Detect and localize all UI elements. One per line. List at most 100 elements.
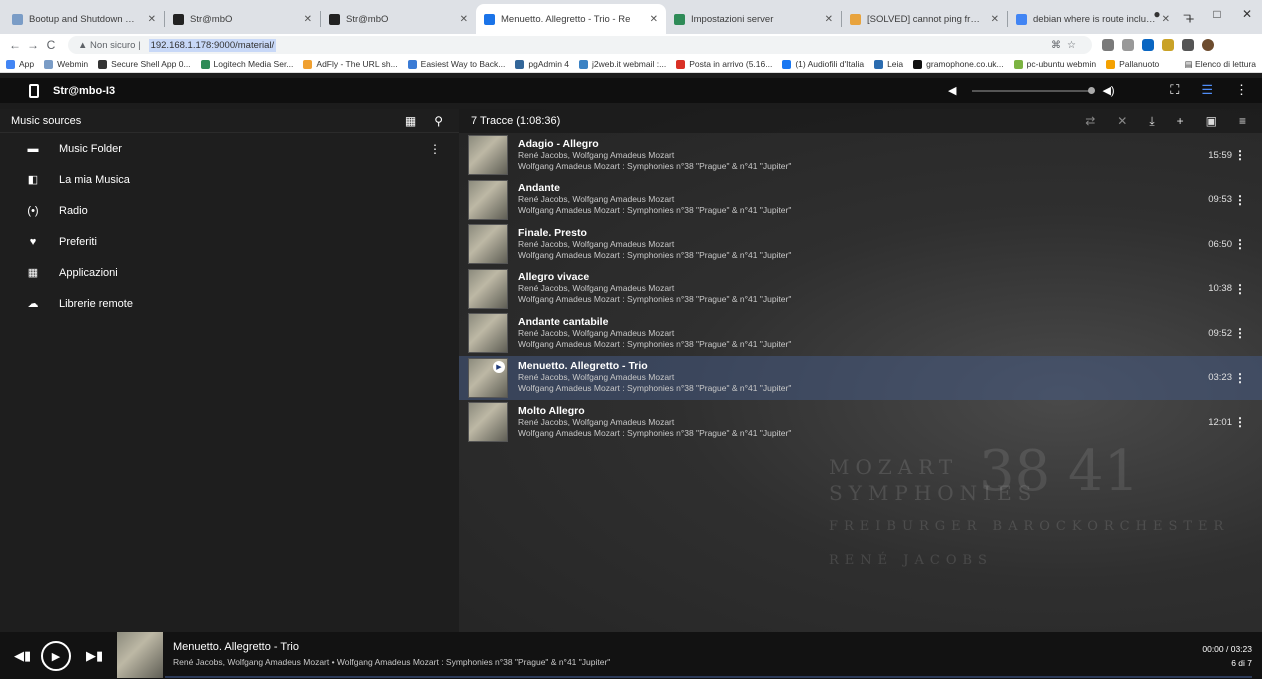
forward-button[interactable]: →: [24, 38, 42, 52]
bookmark-item[interactable]: Posta in arrivo (5.16...: [676, 59, 772, 69]
maximize-button[interactable]: □: [1202, 7, 1232, 21]
more-vert-icon[interactable]: ⋮: [1235, 82, 1248, 98]
url-input[interactable]: ▲ Non sicuro | 192.168.1.178:9000/materi…: [68, 36, 1092, 54]
bookmark-item[interactable]: Easiest Way to Back...: [407, 59, 505, 69]
track-duration: 09:52: [1208, 327, 1232, 339]
volume-slider[interactable]: [972, 86, 1096, 94]
more-vert-icon[interactable]: ⋮: [1234, 237, 1246, 251]
bookmark-label: Pallanuoto: [1119, 59, 1160, 69]
bookmark-label: Leia: [887, 59, 904, 69]
browser-tab[interactable]: [SOLVED] cannot ping from serv ✕: [842, 4, 1007, 34]
search-icon[interactable]: ⚲: [434, 114, 443, 128]
bookmark-item[interactable]: Logitech Media Ser...: [200, 59, 293, 69]
reading-list-button[interactable]: ▤ Elenco di lettura: [1185, 59, 1262, 70]
track-row[interactable]: Andante cantabile René Jacobs, Wolfgang A…: [459, 311, 1262, 356]
player-name[interactable]: Str@mbo-I3: [53, 85, 115, 97]
source-item[interactable]: ◧ La mia Musica: [0, 164, 459, 195]
scroll-to-current-icon[interactable]: ⤓: [1149, 114, 1154, 129]
track-row[interactable]: ▶ Menuetto. Allegretto - Trio René Jacobs,…: [459, 355, 1262, 400]
translate-icon[interactable]: ⌘: [1051, 40, 1067, 51]
bookmark-item[interactable]: pgAdmin 4: [515, 59, 569, 69]
browser-tab[interactable]: Str@mbO ✕: [165, 4, 320, 34]
bookmark-item[interactable]: (1) Audiofili d'Italia: [782, 59, 864, 69]
source-item[interactable]: ♥ Preferiti: [0, 226, 459, 257]
track-cover[interactable]: [468, 179, 508, 220]
more-vert-icon[interactable]: ⋮: [1234, 371, 1246, 385]
tab-favicon-icon: [484, 13, 495, 25]
close-tab-icon[interactable]: ✕: [148, 14, 156, 25]
more-vert-icon[interactable]: ⋮: [1234, 282, 1246, 296]
bookmark-item[interactable]: App: [6, 59, 34, 69]
avatar[interactable]: [1202, 39, 1214, 51]
shuffle-icon[interactable]: ✕: [1117, 114, 1127, 129]
browser-tab[interactable]: Bootup and Shutdown — Webm ✕: [4, 4, 164, 34]
more-vert-icon[interactable]: ⋮: [1234, 326, 1246, 340]
more-vert-icon[interactable]: ⋮: [429, 142, 441, 156]
more-vert-icon[interactable]: ⋮: [1234, 148, 1246, 162]
bookmark-item[interactable]: pc-ubuntu webmin: [1013, 59, 1096, 69]
extension-icon[interactable]: [1162, 39, 1174, 51]
source-item[interactable]: ▬ Music Folder ⋮: [0, 133, 459, 164]
add-icon[interactable]: +: [1177, 114, 1184, 129]
track-cover[interactable]: [468, 224, 508, 265]
next-track-icon[interactable]: ▶▮: [86, 648, 103, 664]
profile-icon[interactable]: ●: [1142, 7, 1172, 21]
track-row[interactable]: Finale. Presto René Jacobs, Wolfgang Amad…: [459, 222, 1262, 267]
track-cover[interactable]: [468, 402, 508, 443]
bookmark-item[interactable]: Pallanuoto: [1106, 59, 1159, 69]
minimize-button[interactable]: –: [1172, 7, 1202, 21]
bookmark-item[interactable]: gramophone.co.uk...: [913, 59, 1004, 69]
close-tab-icon[interactable]: ✕: [460, 14, 468, 25]
reload-button[interactable]: C: [42, 38, 60, 52]
track-row[interactable]: Molto Allegro René Jacobs, Wolfgang Amade…: [459, 400, 1262, 445]
extension-icon[interactable]: [1102, 39, 1114, 51]
track-cover[interactable]: [468, 268, 508, 309]
puzzle-icon[interactable]: [1182, 39, 1194, 51]
volume-knob[interactable]: [1088, 86, 1096, 94]
close-tab-icon[interactable]: ✕: [650, 14, 658, 25]
browser-tab[interactable]: Impostazioni server ✕: [666, 4, 841, 34]
panel-title: Music sources: [11, 114, 82, 127]
close-window-button[interactable]: ✕: [1232, 7, 1262, 21]
track-cover[interactable]: ▶: [468, 357, 508, 398]
album-art-text: MOZART SYMPHONIES FREIBURGER BAROCKORCHEST…: [829, 454, 1229, 574]
close-tab-icon[interactable]: ✕: [304, 14, 312, 25]
track-row[interactable]: Andante René Jacobs, Wolfgang Amadeus Moz…: [459, 178, 1262, 223]
bookmark-item[interactable]: AdFly - The URL sh...: [303, 59, 398, 69]
browser-tab[interactable]: Str@mbO ✕: [321, 4, 476, 34]
track-row[interactable]: Adagio - Allegro René Jacobs, Wolfgang Am…: [459, 133, 1262, 178]
track-cover[interactable]: [468, 313, 508, 354]
extension-icon[interactable]: [1142, 39, 1154, 51]
not-secure-label[interactable]: ▲ Non sicuro |: [78, 40, 141, 51]
source-item[interactable]: (•) Radio: [0, 195, 459, 226]
volume-up-icon[interactable]: ◀): [1102, 84, 1114, 97]
more-vert-icon[interactable]: ⋮: [1234, 193, 1246, 207]
save-icon[interactable]: ▣: [1206, 114, 1217, 129]
extension-icon[interactable]: [1122, 39, 1134, 51]
source-item[interactable]: ☁ Librerie remote: [0, 288, 459, 319]
back-button[interactable]: ←: [6, 38, 24, 52]
bookmark-item[interactable]: Leia: [874, 59, 903, 69]
grid-view-icon[interactable]: ▦: [405, 114, 416, 128]
track-row[interactable]: Allegro vivace René Jacobs, Wolfgang Amad…: [459, 267, 1262, 312]
browser-tab[interactable]: Menuetto. Allegretto - Trio - Re ✕: [476, 4, 666, 34]
progress-bar[interactable]: [165, 676, 1252, 678]
close-tab-icon[interactable]: ✕: [825, 14, 833, 25]
radio-icon: (•): [27, 204, 39, 217]
bookmark-item[interactable]: Secure Shell App 0...: [98, 59, 191, 69]
repeat-icon[interactable]: ⇄: [1085, 114, 1095, 129]
queue-icon[interactable]: ☰: [1201, 82, 1213, 98]
close-tab-icon[interactable]: ✕: [991, 14, 999, 25]
more-vert-icon[interactable]: ⋮: [1234, 415, 1246, 429]
now-playing-cover[interactable]: [117, 632, 163, 678]
bookmark-item[interactable]: j2web.it webmail :...: [579, 59, 666, 69]
bookmark-item[interactable]: Webmin: [44, 59, 88, 69]
volume-down-icon[interactable]: ◀: [948, 84, 956, 97]
fullscreen-icon[interactable]: ⛶: [1170, 82, 1179, 98]
previous-track-icon[interactable]: ◀▮: [14, 648, 31, 664]
source-item[interactable]: ▦ Applicazioni: [0, 257, 459, 288]
clear-queue-icon[interactable]: ≡: [1239, 114, 1246, 129]
play-button[interactable]: ▶: [41, 641, 71, 671]
track-cover[interactable]: [468, 135, 508, 176]
star-icon[interactable]: ☆: [1067, 40, 1082, 51]
